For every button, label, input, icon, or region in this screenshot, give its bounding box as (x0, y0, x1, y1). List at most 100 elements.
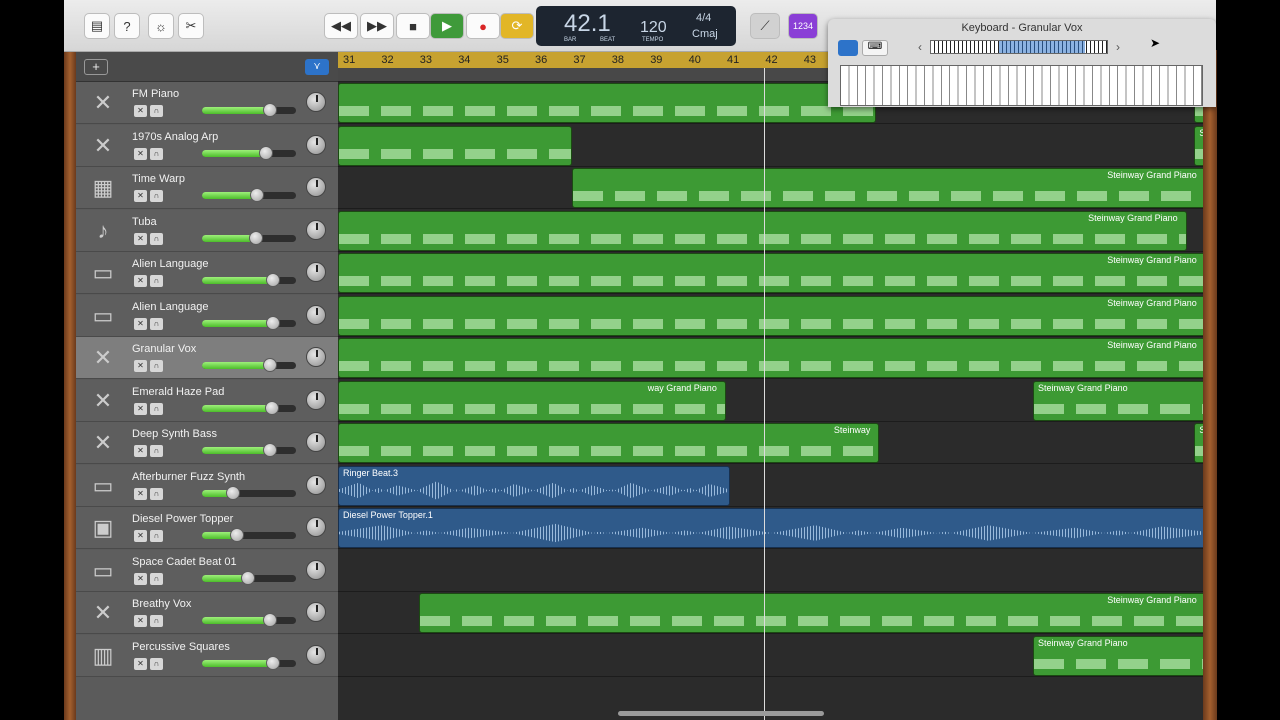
volume-thumb[interactable] (226, 485, 241, 500)
pan-knob[interactable] (306, 92, 326, 112)
mute-button[interactable]: ✕ (134, 317, 147, 330)
headphones-icon[interactable]: ∩ (150, 487, 163, 500)
fast-forward-button[interactable]: ▶▶ (360, 13, 394, 39)
library-icon[interactable]: ▤ (84, 13, 110, 39)
pan-knob[interactable] (306, 219, 326, 240)
track-name[interactable]: Breathy Vox (132, 598, 191, 610)
volume-thumb[interactable] (262, 103, 277, 117)
volume-thumb[interactable] (266, 273, 281, 287)
midi-region[interactable] (338, 125, 573, 166)
horizontal-scrollbar[interactable] (618, 711, 824, 716)
volume-thumb[interactable] (250, 188, 265, 202)
pan-knob[interactable] (306, 432, 326, 452)
track-name[interactable]: Deep Synth Bass (132, 428, 217, 440)
mute-button[interactable]: ✕ (134, 275, 147, 287)
pan-knob[interactable] (306, 474, 326, 495)
headphones-icon[interactable]: ∩ (150, 360, 163, 372)
help-icon[interactable]: ? (114, 13, 140, 39)
headphones-icon[interactable]: ∩ (150, 190, 163, 202)
midi-region[interactable]: Steinway Grand Piano (1033, 380, 1203, 421)
mute-button[interactable]: ✕ (134, 487, 147, 500)
track-header[interactable]: ▭ Alien Language ✕ ∩ (76, 294, 338, 337)
track-lane[interactable]: Steinway Grand Piano (338, 252, 1203, 294)
volume-slider[interactable] (202, 107, 296, 114)
midi-region[interactable]: Steinway (338, 423, 880, 463)
octave-up-icon[interactable]: › (1116, 40, 1120, 54)
headphones-icon[interactable]: ∩ (150, 147, 163, 160)
mute-button[interactable]: ✕ (134, 657, 147, 670)
midi-region[interactable]: way Grand Piano (338, 380, 726, 421)
headphones-icon[interactable]: ∩ (150, 572, 163, 585)
headphones-icon[interactable]: ∩ (150, 615, 163, 627)
volume-thumb[interactable] (229, 528, 244, 542)
volume-thumb[interactable] (264, 400, 279, 415)
piano-view-icon[interactable] (838, 40, 858, 56)
track-lane[interactable]: Steinway Grand Piano (338, 167, 1203, 209)
pan-knob[interactable] (306, 347, 326, 367)
pan-knob[interactable] (306, 602, 326, 622)
headphones-icon[interactable]: ∩ (150, 530, 163, 542)
volume-slider[interactable] (202, 149, 296, 157)
track-header[interactable]: ✕ Granular Vox ✕ ∩ (76, 337, 338, 379)
arrangement-area[interactable]: 31 32 33 34 35 36 37 38 39 40 41 42 43 Ste Steinway G… (338, 52, 1203, 720)
volume-slider[interactable] (202, 277, 296, 284)
midi-region[interactable]: Steinway Grand Piano (338, 210, 1187, 251)
cycle-button[interactable]: ⟳ (500, 13, 534, 39)
mute-button[interactable]: ✕ (134, 190, 147, 202)
volume-slider[interactable] (202, 319, 296, 327)
playhead[interactable] (764, 68, 765, 720)
volume-slider[interactable] (202, 617, 296, 624)
keyboard-range-overview[interactable] (930, 40, 1108, 54)
octave-down-icon[interactable]: ‹ (918, 40, 922, 54)
track-lane[interactable]: Ringer Beat.3 (338, 465, 1203, 507)
midi-region[interactable]: Steinway Grand Piano (338, 253, 1203, 293)
track-header[interactable]: ▭ Space Cadet Beat 01 ✕ ∩ (76, 549, 338, 592)
pan-knob[interactable] (306, 134, 326, 155)
track-header[interactable]: ✕ Emerald Haze Pad ✕ ∩ (76, 379, 338, 422)
volume-thumb[interactable] (258, 145, 273, 160)
headphones-icon[interactable]: ∩ (150, 445, 163, 457)
pan-knob[interactable] (306, 304, 326, 325)
midi-region[interactable]: Ste (1194, 125, 1203, 166)
headphones-icon[interactable]: ∩ (150, 105, 163, 117)
tuner-icon[interactable]: ⟋ (750, 13, 780, 39)
pan-knob[interactable] (306, 262, 326, 282)
track-name[interactable]: FM Piano (132, 88, 179, 100)
mute-button[interactable]: ✕ (134, 105, 147, 117)
catch-playhead-icon[interactable]: ⋎ (305, 59, 329, 75)
midi-region[interactable]: Steinway Grand Piano (338, 295, 1203, 336)
headphones-icon[interactable]: ∩ (150, 317, 163, 330)
headphones-icon[interactable]: ∩ (150, 232, 163, 245)
track-lane[interactable]: Steinway Grand Piano (338, 337, 1203, 379)
track-header[interactable]: ✕ FM Piano ✕ ∩ (76, 82, 338, 124)
track-name[interactable]: Diesel Power Topper (132, 513, 233, 525)
volume-slider[interactable] (202, 447, 296, 454)
track-header[interactable]: ▭ Afterburner Fuzz Synth ✕ ∩ (76, 464, 338, 507)
headphones-icon[interactable]: ∩ (150, 657, 163, 670)
mute-button[interactable]: ✕ (134, 530, 147, 542)
pan-knob[interactable] (306, 177, 326, 197)
headphones-icon[interactable]: ∩ (150, 402, 163, 415)
volume-thumb[interactable] (266, 315, 281, 330)
mute-button[interactable]: ✕ (134, 615, 147, 627)
track-name[interactable]: Tuba (132, 216, 157, 228)
track-name[interactable]: Time Warp (132, 173, 185, 185)
stop-button[interactable]: ■ (396, 13, 430, 39)
midi-region[interactable]: Steinway Grand Piano (418, 593, 1203, 633)
track-name[interactable]: Emerald Haze Pad (132, 386, 224, 398)
mute-button[interactable]: ✕ (134, 402, 147, 415)
volume-slider[interactable] (202, 489, 296, 497)
mute-button[interactable]: ✕ (134, 147, 147, 160)
volume-slider[interactable] (202, 362, 296, 369)
volume-thumb[interactable] (248, 230, 263, 245)
track-name[interactable]: Alien Language (132, 258, 208, 270)
count-in-button[interactable]: 1234 (788, 13, 818, 39)
track-lane[interactable]: way Grand Piano Steinway Grand Piano (338, 380, 1203, 422)
track-header[interactable]: ♪ Tuba ✕ ∩ (76, 209, 338, 252)
mute-button[interactable]: ✕ (134, 445, 147, 457)
volume-slider[interactable] (202, 532, 296, 539)
track-lane[interactable]: Diesel Power Topper.1 (338, 507, 1203, 549)
audio-region[interactable]: Ringer Beat.3 (338, 465, 730, 506)
track-lane[interactable]: Ste (338, 125, 1203, 167)
pan-knob[interactable] (306, 389, 326, 410)
